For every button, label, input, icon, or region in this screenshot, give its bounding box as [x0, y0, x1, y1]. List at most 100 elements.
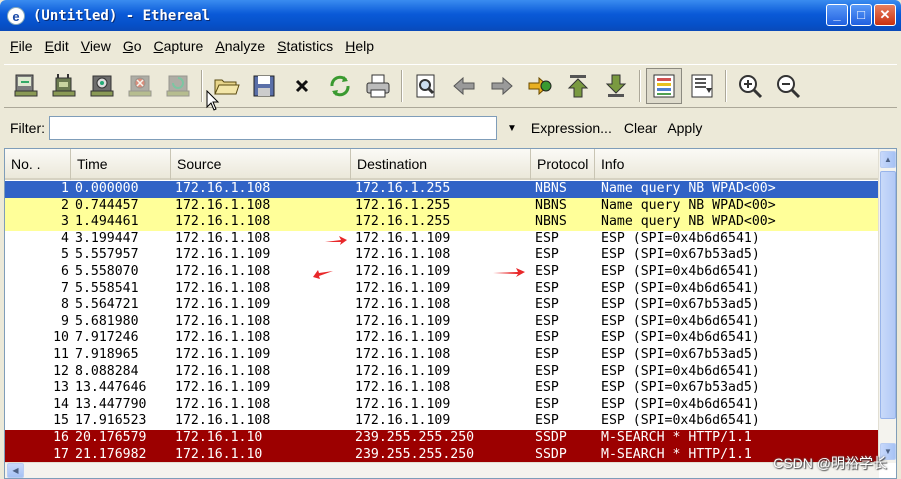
packet-info-cell: Name query NB WPAD<00>	[601, 181, 776, 196]
zoom-out-button[interactable]	[770, 68, 806, 104]
filter-input[interactable]	[49, 116, 497, 140]
packet-row[interactable]: 17 21.176982 172.16.1.10 239.255.255.250 SSD…	[5, 446, 879, 464]
scroll-thumb[interactable]	[880, 171, 896, 419]
packet-row[interactable]: 1 0.000000 172.16.1.108 172.16.1.255 NBNS Nam…	[5, 181, 879, 198]
menu-view[interactable]: View	[75, 38, 117, 54]
menu-file-mnemonic: F	[10, 38, 19, 54]
packet-no-cell: 12	[53, 363, 69, 379]
packet-source-cell: 172.16.1.108	[175, 330, 271, 346]
maximize-button[interactable]: □	[850, 4, 872, 26]
expression-button[interactable]: Expression...	[531, 120, 612, 136]
packet-source-cell: 172.16.1.109	[175, 380, 271, 396]
toolbar-separator	[725, 70, 727, 102]
packet-row[interactable]: 3 1.494461 172.16.1.108 172.16.1.255 NBNS Nam…	[5, 214, 879, 231]
scroll-left-icon[interactable]: ◀	[7, 463, 24, 478]
column-header-source[interactable]: Source	[171, 149, 351, 180]
menu-statistics[interactable]: Statistics	[271, 38, 339, 54]
go-to-packet-icon	[528, 76, 552, 96]
packet-row[interactable]: 14 13.447790 172.16.1.108 172.16.1.109 ESP ES…	[5, 397, 879, 414]
vertical-scrollbar[interactable]: ▲ ▼	[878, 149, 896, 463]
filter-toolbar: Filter: ▼ Expression... Clear Apply	[4, 112, 897, 144]
clear-button[interactable]: Clear	[624, 120, 657, 136]
start-capture-icon	[90, 75, 114, 97]
minimize-button[interactable]: _	[826, 4, 848, 26]
packet-row[interactable]: 2 0.744457 172.16.1.108 172.16.1.255 NBNS Nam…	[5, 197, 879, 215]
packet-row[interactable]: 12 8.088284 172.16.1.108 172.16.1.109 ESP ESP…	[5, 364, 879, 381]
column-header-no[interactable]: No. .	[5, 149, 71, 180]
save-file-button[interactable]	[246, 68, 282, 104]
start-capture-button[interactable]	[84, 68, 120, 104]
window-controls: _ □ ✕	[826, 4, 896, 26]
stop-capture-button[interactable]	[122, 68, 158, 104]
mouse-cursor-icon	[206, 90, 220, 111]
menu-go[interactable]: Go	[117, 38, 148, 54]
print-button[interactable]	[360, 68, 396, 104]
colorize-button[interactable]	[646, 68, 682, 104]
packet-row[interactable]: 13 13.447646 172.16.1.109 172.16.1.108 ESP ES…	[5, 380, 879, 397]
packet-row[interactable]: 16 20.176579 172.16.1.10 239.255.255.250 SSD…	[5, 429, 879, 447]
packet-time-cell: 5.557957	[75, 247, 139, 263]
find-packet-button[interactable]	[408, 68, 444, 104]
menu-capture-label: apture	[163, 38, 204, 54]
close-file-button[interactable]	[284, 68, 320, 104]
menu-capture[interactable]: Capture	[148, 38, 210, 54]
column-header-protocol[interactable]: Protocol	[531, 149, 595, 180]
restart-capture-button[interactable]	[160, 68, 196, 104]
packet-row[interactable]: 8 5.564721 172.16.1.109 172.16.1.108 ESP ESP …	[5, 297, 879, 314]
go-first-button[interactable]	[560, 68, 596, 104]
column-header-time[interactable]: Time	[71, 149, 171, 180]
go-forward-button[interactable]	[484, 68, 520, 104]
packet-no-cell: 2	[61, 197, 69, 213]
packet-row[interactable]: 9 5.681980 172.16.1.108 172.16.1.109 ESP ESP …	[5, 314, 879, 331]
packet-row[interactable]: 6 5.558070 172.16.1.108 172.16.1.109 ESP ESP …	[5, 264, 879, 281]
horizontal-scrollbar[interactable]: ◀	[5, 462, 879, 478]
packet-protocol-cell: SSDP	[535, 429, 567, 445]
close-button[interactable]: ✕	[874, 4, 896, 26]
autoscroll-button[interactable]	[684, 68, 720, 104]
scroll-up-icon[interactable]: ▲	[880, 151, 896, 168]
packet-time-cell: 5.558541	[75, 280, 139, 296]
go-back-button[interactable]	[446, 68, 482, 104]
title-bar: e (Untitled) - Ethereal _ □ ✕	[0, 0, 901, 31]
packet-time-cell: 20.176579	[75, 429, 147, 445]
packet-time-cell: 13.447790	[75, 396, 147, 412]
column-header-destination[interactable]: Destination	[351, 149, 531, 180]
menu-analyze-mnemonic: A	[215, 38, 225, 54]
column-header-info[interactable]: Info	[595, 149, 879, 180]
menu-file[interactable]: File	[4, 38, 39, 54]
packet-info-cell: ESP (SPI=0x4b6d6541)	[601, 280, 760, 296]
apply-button[interactable]: Apply	[667, 120, 702, 136]
packet-list: No. . Time Source Destination Protocol I…	[4, 148, 897, 479]
app-icon[interactable]: e	[7, 6, 25, 25]
interfaces-button[interactable]	[8, 68, 44, 104]
packet-destination-cell: 172.16.1.109	[355, 263, 451, 279]
packet-row[interactable]: 10 7.917246 172.16.1.108 172.16.1.109 ESP ESP…	[5, 330, 879, 347]
menu-analyze-label: nalyze	[224, 38, 266, 54]
packet-row[interactable]: 11 7.918965 172.16.1.109 172.16.1.108 ESP ESP…	[5, 347, 879, 364]
menu-help-mnemonic: H	[345, 38, 356, 54]
menu-analyze[interactable]: Analyze	[209, 38, 271, 54]
packet-list-header: No. . Time Source Destination Protocol I…	[5, 149, 879, 180]
packet-time-cell: 5.564721	[75, 297, 139, 313]
packet-info-cell: ESP (SPI=0x4b6d6541)	[601, 330, 760, 346]
packet-info-cell: Name query NB WPAD<00>	[601, 214, 776, 230]
packet-destination-cell: 172.16.1.109	[355, 413, 451, 429]
zoom-in-button[interactable]	[732, 68, 768, 104]
go-last-button[interactable]	[598, 68, 634, 104]
packet-row[interactable]: 5 5.557957 172.16.1.109 172.16.1.108 ESP ESP …	[5, 247, 879, 264]
window-title: (Untitled) - Ethereal	[33, 7, 211, 24]
reload-button[interactable]	[322, 68, 358, 104]
packet-info-cell: ESP (SPI=0x67b53ad5)	[601, 380, 760, 396]
capture-options-button[interactable]	[46, 68, 82, 104]
go-to-packet-button[interactable]	[522, 68, 558, 104]
filter-history-dropdown[interactable]: ▼	[507, 123, 517, 134]
annotation-arrow-right-icon	[493, 268, 525, 277]
menu-help[interactable]: Help	[339, 38, 380, 54]
packet-row[interactable]: 4 3.199447 172.16.1.108 172.16.1.109 ESP ESP …	[5, 231, 879, 248]
packet-row[interactable]: 15 17.916523 172.16.1.108 172.16.1.109 ESP ES…	[5, 413, 879, 430]
menu-edit[interactable]: Edit	[39, 38, 75, 54]
packet-destination-cell: 172.16.1.109	[355, 363, 451, 379]
packet-row[interactable]: 7 5.558541 172.16.1.108 172.16.1.109 ESP ESP …	[5, 281, 879, 298]
toolbar-separator	[639, 70, 641, 102]
menu-view-mnemonic: V	[80, 38, 90, 54]
